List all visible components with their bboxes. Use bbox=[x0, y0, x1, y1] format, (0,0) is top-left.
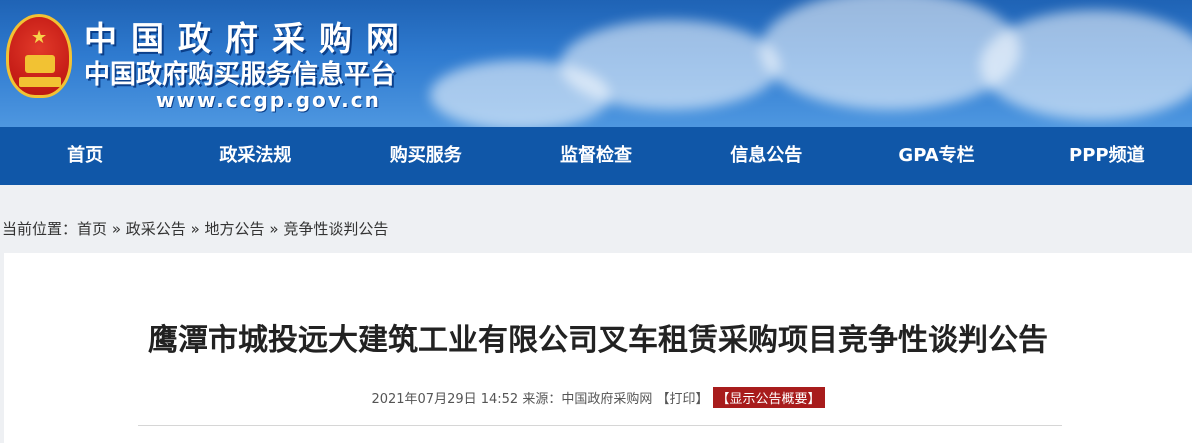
site-banner: ★ 中国政府采购网 中国政府购买服务信息平台 www.ccgp.gov.cn bbox=[0, 0, 1192, 127]
article-panel: 鹰潭市城投远大建筑工业有限公司叉车租赁采购项目竞争性谈判公告 2021年07月2… bbox=[4, 253, 1192, 443]
breadcrumb-link-home[interactable]: 首页 bbox=[77, 220, 107, 238]
main-nav: 首页 政采法规 购买服务 监督检查 信息公告 GPA专栏 PPP频道 bbox=[0, 127, 1192, 185]
nav-item-gpa[interactable]: GPA专栏 bbox=[851, 127, 1021, 185]
breadcrumb-link-negotiation[interactable]: 竞争性谈判公告 bbox=[283, 220, 388, 238]
national-emblem-icon: ★ bbox=[6, 14, 72, 98]
nav-item-announcements[interactable]: 信息公告 bbox=[681, 127, 851, 185]
nav-item-ppp[interactable]: PPP频道 bbox=[1022, 127, 1192, 185]
show-summary-button[interactable]: 【显示公告概要】 bbox=[712, 387, 825, 408]
nav-item-regulations[interactable]: 政采法规 bbox=[170, 127, 340, 185]
cloud-decoration bbox=[430, 60, 610, 127]
article-title: 鹰潭市城投远大建筑工业有限公司叉车租赁采购项目竞争性谈判公告 bbox=[148, 323, 1048, 358]
cloud-decoration bbox=[980, 10, 1192, 120]
breadcrumb: 当前位置：首页 » 政采公告 » 地方公告 » 竞争性谈判公告 bbox=[0, 185, 1192, 253]
site-url: www.ccgp.gov.cn bbox=[156, 88, 381, 112]
breadcrumb-prefix: 当前位置： bbox=[2, 220, 78, 238]
nav-item-purchase-services[interactable]: 购买服务 bbox=[341, 127, 511, 185]
article-meta: 2021年07月29日 14:52 来源：中国政府采购网 【打印】 【显示公告概要… bbox=[4, 387, 1192, 408]
nav-item-home[interactable]: 首页 bbox=[0, 127, 170, 185]
source-value: 中国政府采购网 bbox=[561, 392, 653, 407]
breadcrumb-separator: » bbox=[111, 220, 121, 238]
divider bbox=[138, 425, 1062, 426]
site-subtitle: 中国政府购买服务信息平台 bbox=[84, 60, 397, 90]
breadcrumb-link-local[interactable]: 地方公告 bbox=[205, 220, 265, 238]
source-label: 来源： bbox=[522, 392, 562, 407]
breadcrumb-separator: » bbox=[269, 220, 279, 238]
site-title: 中国政府采购网 bbox=[84, 19, 413, 58]
print-link[interactable]: 【打印】 bbox=[657, 392, 709, 407]
nav-item-supervision[interactable]: 监督检查 bbox=[511, 127, 681, 185]
publish-date: 2021年07月29日 14:52 bbox=[371, 392, 519, 407]
breadcrumb-link-procurement[interactable]: 政采公告 bbox=[126, 220, 186, 238]
breadcrumb-separator: » bbox=[190, 220, 200, 238]
